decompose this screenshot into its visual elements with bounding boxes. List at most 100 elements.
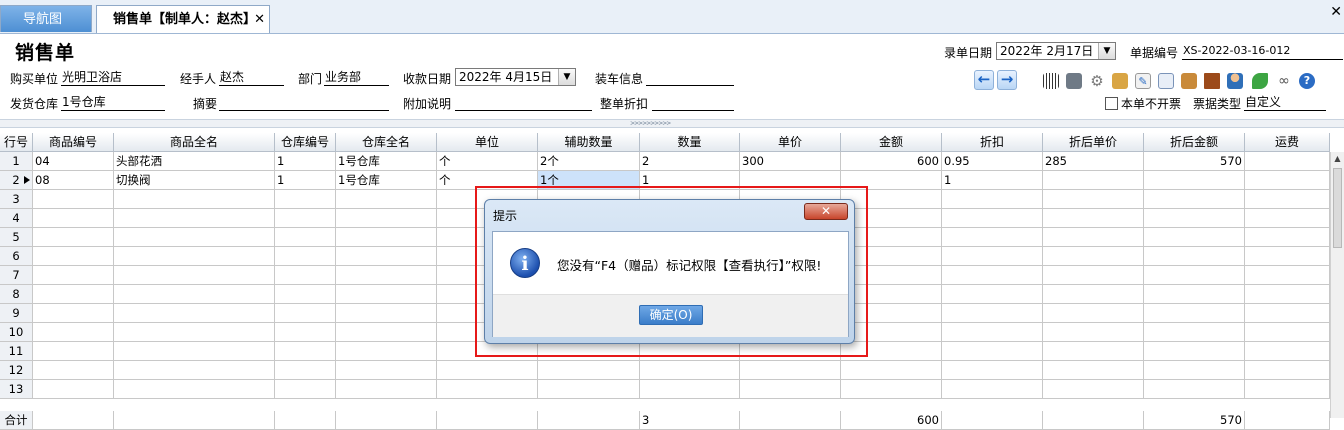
col-header-discount[interactable]: 折扣 (942, 133, 1043, 152)
doc-no-field[interactable]: XS-2022-03-16-012 (1182, 43, 1343, 60)
buyer-field[interactable]: 光明卫浴店 (61, 69, 165, 86)
grid-cell-warehouse-name[interactable] (336, 247, 437, 266)
dept-field[interactable]: 业务部 (324, 69, 389, 86)
grid-cell-warehouse-code[interactable] (275, 380, 336, 399)
grid-cell-freight[interactable] (1245, 285, 1330, 304)
collect-date-picker[interactable]: 2022年 4月15日 ▼ (455, 68, 576, 86)
grid-cell-disc-price[interactable] (1043, 380, 1144, 399)
link-icon[interactable]: ∞ (1276, 73, 1292, 89)
col-header-row-no[interactable]: 行号 (0, 133, 33, 152)
col-header-item-name[interactable]: 商品全名 (114, 133, 275, 152)
grid-cell-warehouse-name[interactable] (336, 304, 437, 323)
grid-cell-price[interactable]: 300 (740, 152, 841, 171)
grid-cell-disc-price[interactable]: 285 (1043, 152, 1144, 171)
grid-cell-item-code[interactable] (33, 266, 114, 285)
grid-cell-disc-amount[interactable] (1144, 342, 1245, 361)
grid-cell-item-code[interactable] (33, 285, 114, 304)
col-header-aux-qty[interactable]: 辅助数量 (538, 133, 640, 152)
grid-cell-disc-amount[interactable] (1144, 266, 1245, 285)
grid-cell-item-name[interactable] (114, 190, 275, 209)
barcode-icon[interactable] (1043, 73, 1059, 89)
grid-cell-disc-amount[interactable] (1144, 380, 1245, 399)
grid-cell-item-code[interactable]: 08 (33, 171, 114, 190)
next-arrow-icon[interactable]: → (997, 70, 1017, 90)
grid-cell-disc-price[interactable] (1043, 342, 1144, 361)
grid-cell-freight[interactable] (1245, 323, 1330, 342)
gear-icon[interactable]: ⚙ (1089, 73, 1105, 89)
entry-date-picker[interactable]: 2022年 2月17日 ▼ (996, 42, 1116, 60)
grid-cell-discount[interactable] (942, 361, 1043, 380)
grid-cell-freight[interactable] (1245, 190, 1330, 209)
col-header-freight[interactable]: 运费 (1245, 133, 1330, 152)
grid-cell-freight[interactable] (1245, 380, 1330, 399)
grid-cell-freight[interactable] (1245, 247, 1330, 266)
chevron-down-icon[interactable]: ▼ (558, 69, 575, 85)
grid-cell-amount[interactable] (841, 380, 942, 399)
grid-cell-warehouse-code[interactable] (275, 228, 336, 247)
grid-cell-discount[interactable] (942, 304, 1043, 323)
grid-cell-freight[interactable] (1245, 266, 1330, 285)
grid-cell-warehouse-code[interactable]: 1 (275, 152, 336, 171)
ticket-type-field[interactable]: 自定义 (1244, 94, 1326, 111)
grid-cell-disc-amount[interactable] (1144, 323, 1245, 342)
grid-cell-item-name[interactable]: 头部花洒 (114, 152, 275, 171)
tab-close-icon[interactable]: ✕ (254, 6, 265, 33)
printer-icon[interactable] (1066, 73, 1082, 89)
grid-cell-amount[interactable] (841, 361, 942, 380)
grid-cell-disc-amount[interactable] (1144, 190, 1245, 209)
grid-cell-freight[interactable] (1245, 171, 1330, 190)
grid-cell-item-code[interactable] (33, 304, 114, 323)
grid-cell-warehouse-code[interactable] (275, 304, 336, 323)
grid-cell-discount[interactable] (942, 380, 1043, 399)
grid-cell-disc-amount[interactable] (1144, 228, 1245, 247)
grid-cell-disc-amount[interactable] (1144, 171, 1245, 190)
grid-cell-warehouse-code[interactable] (275, 266, 336, 285)
grid-cell-disc-price[interactable] (1043, 266, 1144, 285)
grid-cell-amount[interactable]: 600 (841, 152, 942, 171)
grid-cell-aux-qty[interactable]: 2个 (538, 152, 640, 171)
grid-cell-freight[interactable] (1245, 361, 1330, 380)
grid-cell-unit[interactable]: 个 (437, 152, 538, 171)
grid-cell-disc-amount[interactable] (1144, 285, 1245, 304)
grid-cell-freight[interactable] (1245, 209, 1330, 228)
col-header-unit[interactable]: 单位 (437, 133, 538, 152)
summary-field[interactable] (219, 94, 389, 111)
grid-cell-warehouse-code[interactable] (275, 190, 336, 209)
remark-field[interactable] (455, 94, 592, 111)
grid-cell-price[interactable] (740, 361, 841, 380)
grid-cell-qty[interactable] (640, 380, 740, 399)
grid-cell-warehouse-name[interactable] (336, 361, 437, 380)
grid-cell-item-name[interactable] (114, 209, 275, 228)
grid-cell-discount[interactable] (942, 342, 1043, 361)
grid-cell-item-name[interactable] (114, 247, 275, 266)
grid-cell-freight[interactable] (1245, 342, 1330, 361)
grid-cell-price[interactable] (740, 380, 841, 399)
grid-cell-disc-price[interactable] (1043, 190, 1144, 209)
tab-sales-order[interactable]: 销售单【制单人：赵杰】 ✕ (96, 5, 270, 33)
grid-cell-freight[interactable] (1245, 228, 1330, 247)
grid-cell-disc-amount[interactable] (1144, 304, 1245, 323)
grid-cell-discount[interactable] (942, 247, 1043, 266)
grid-cell-item-code[interactable] (33, 228, 114, 247)
grid-cell-discount[interactable] (942, 285, 1043, 304)
grid-cell-item-code[interactable] (33, 209, 114, 228)
grid-cell-disc-price[interactable] (1043, 171, 1144, 190)
grid-cell-qty[interactable] (640, 361, 740, 380)
grid-cell-item-code[interactable] (33, 380, 114, 399)
grid-cell-item-code[interactable] (33, 361, 114, 380)
grid-cell-discount[interactable] (942, 228, 1043, 247)
grid-cell-warehouse-name[interactable] (336, 285, 437, 304)
grid-cell-discount[interactable] (942, 266, 1043, 285)
cube-add-icon[interactable] (1112, 73, 1128, 89)
no-invoice-checkbox[interactable] (1105, 97, 1118, 110)
grid-cell-warehouse-name[interactable] (336, 266, 437, 285)
grid-cell-warehouse-name[interactable] (336, 190, 437, 209)
grid-cell-warehouse-name[interactable] (336, 380, 437, 399)
warehouse-field[interactable]: 1号仓库 (61, 94, 165, 111)
grid-cell-freight[interactable] (1245, 304, 1330, 323)
grid-cell-discount[interactable] (942, 209, 1043, 228)
grid-cell-disc-price[interactable] (1043, 209, 1144, 228)
col-header-warehouse-name[interactable]: 仓库全名 (336, 133, 437, 152)
col-header-item-code[interactable]: 商品编号 (33, 133, 114, 152)
grid-cell-discount[interactable] (942, 190, 1043, 209)
